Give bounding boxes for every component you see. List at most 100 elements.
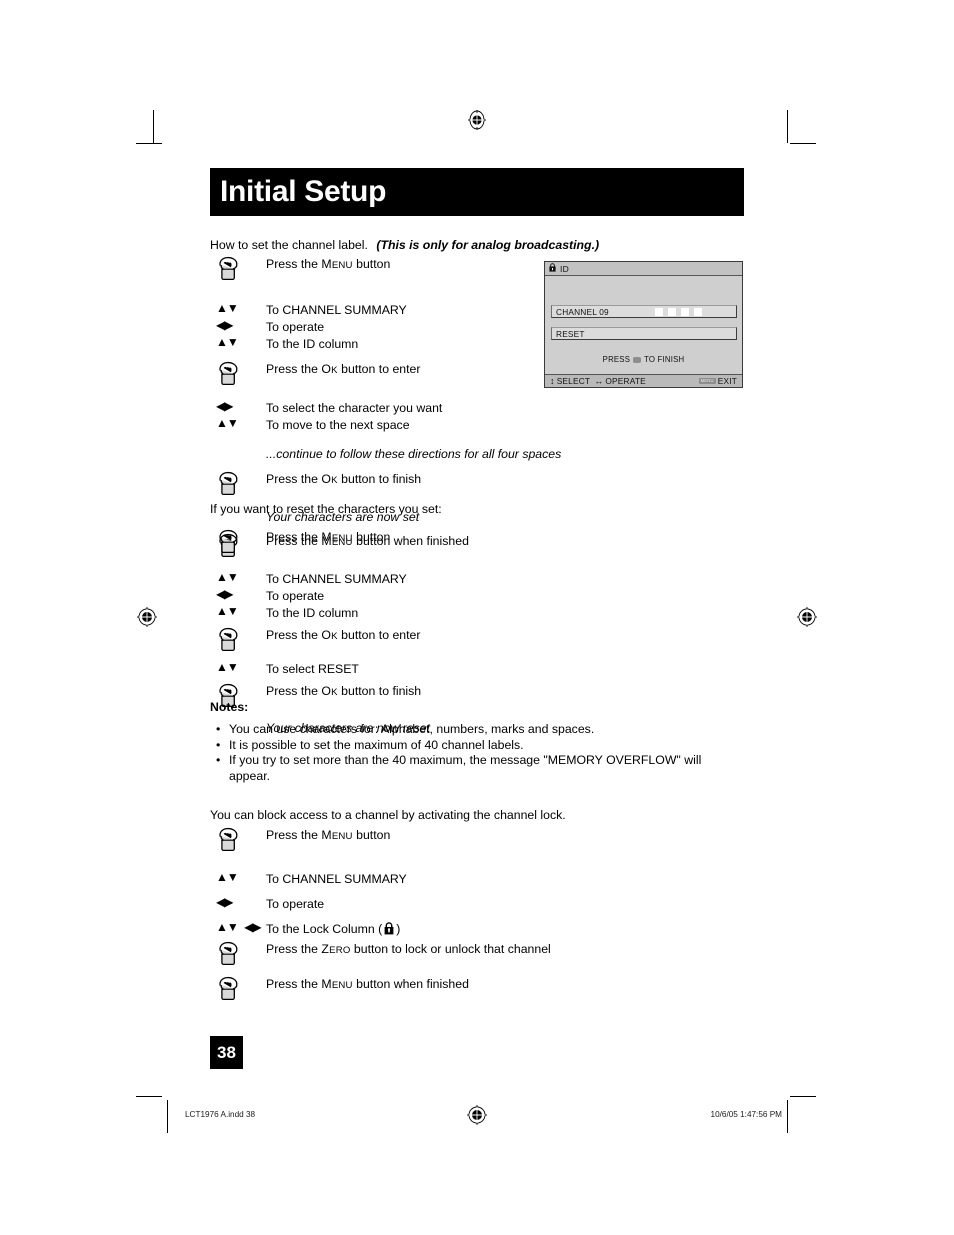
step-text: To the ID column (266, 336, 358, 353)
char-slot-3[interactable] (681, 308, 689, 316)
crop-mark-top-right-horizontal (790, 143, 816, 144)
remote-button-name: MENU (321, 257, 353, 271)
section3-intro-plain: You can block access to a channel by act… (210, 808, 566, 822)
step-text-pre: Press the (266, 941, 322, 956)
step-icon-cell: ▲▼ (210, 871, 266, 883)
step-text-pre: To move to the next space (266, 417, 410, 432)
hand-press-icon (216, 941, 241, 973)
instruction-step-row: ▲▼ To CHANNEL SUMMARY (210, 871, 744, 888)
step-text: Press the OK button to enter (266, 627, 420, 644)
step-icon-cell (210, 976, 266, 1008)
note-item: • You can use characters for: Alphabet, n… (216, 722, 736, 738)
crop-mark-top-left-vertical (153, 110, 154, 143)
osd-row-reset-label: RESET (556, 328, 585, 339)
section2-intro-plain: If you want to reset the characters you … (210, 502, 442, 516)
note-text: It is possible to set the maximum of 40 … (229, 737, 524, 752)
section1-intro: How to set the channel label. (This is o… (210, 238, 599, 253)
hand-press-icon (216, 529, 241, 561)
up-down-arrows-icon: ▲▼ (216, 301, 239, 315)
osd-footer-exit: MENU EXIT (698, 376, 737, 386)
char-slot-1[interactable] (655, 308, 663, 316)
step-icon-cell (210, 529, 266, 561)
step-text-pre: To CHANNEL SUMMARY (266, 303, 407, 317)
step-text-post: button to finish (337, 471, 422, 486)
osd-header: ID (545, 262, 742, 276)
char-slot-2[interactable] (668, 308, 676, 316)
instruction-step-row: Press the OK button to finish (210, 683, 744, 715)
instruction-step-row: ◀▶ To operate (210, 896, 744, 913)
crop-mark-bottom-left-vertical (167, 1100, 168, 1133)
hand-press-icon (216, 361, 241, 393)
osd-screen-mockup: ID CHANNEL 09 RESET PRESS TO FINISH ↕ SE… (544, 261, 743, 388)
left-right-arrows-icon: ↔ (594, 376, 604, 386)
remote-button-name: OK (321, 471, 338, 486)
four-arrows-icon: ▲▼ ◀▶ (216, 921, 262, 933)
step-text: To operate (266, 896, 324, 913)
section1-intro-emphasis: (This is only for analog broadcasting.) (376, 238, 600, 252)
note-item: • It is possible to set the maximum of 40… (216, 738, 736, 754)
osd-finish-hint: PRESS TO FINISH (545, 355, 742, 364)
page-title-banner: Initial Setup (210, 168, 744, 216)
step-text: Press the ZERO button to lock or unlock … (266, 941, 551, 958)
hand-press-icon (216, 976, 241, 1008)
osd-character-slots[interactable] (655, 308, 702, 316)
step-text: To operate (266, 319, 324, 336)
osd-finish-pre: PRESS (602, 355, 631, 364)
left-right-arrows-icon: ◀▶ (216, 586, 233, 601)
hand-press-icon (216, 827, 241, 859)
step-text-pre: ...continue to follow these directions f… (266, 446, 562, 461)
step-text-pre: To CHANNEL SUMMARY (266, 872, 407, 886)
up-down-arrows-icon: ▲▼ (216, 659, 239, 674)
osd-body: CHANNEL 09 RESET PRESS TO FINISH (545, 276, 742, 373)
osd-footer-exit-label: EXIT (717, 376, 737, 386)
notes-heading: Notes: (210, 700, 249, 714)
step-text-post: button (352, 257, 391, 271)
step-icon-cell (210, 361, 266, 393)
step-text: Press the MENU button (266, 256, 390, 273)
page-content: Initial Setup How to set the channel lab… (210, 0, 744, 1235)
osd-row-channel[interactable]: CHANNEL 09 (551, 305, 737, 318)
step-text: To operate (266, 588, 324, 605)
char-slot-4[interactable] (694, 308, 702, 316)
step-text-pre: Press the (266, 361, 322, 376)
step-text: Press the OK button to enter (266, 361, 420, 378)
step-icon-cell: ◀▶ (210, 400, 266, 412)
note-item: • If you try to set more than the 40 maxi… (216, 753, 736, 784)
step-text: Press the MENU button (266, 827, 390, 844)
step-text: Press the OK button to finish (266, 683, 421, 700)
section1-intro-plain: How to set the channel label. (210, 238, 368, 252)
step-text-pre: To operate (266, 896, 325, 911)
hand-press-icon (216, 627, 241, 659)
step-text-pre: To the Lock Column ( (266, 921, 383, 936)
bullet-icon: • (216, 753, 221, 768)
step-text: ...continue to follow these directions f… (266, 446, 561, 463)
osd-header-title: ID (560, 263, 570, 274)
step-text: Press the MENU button (266, 529, 390, 546)
remote-button-name: OK (321, 361, 338, 376)
step-text: Press the MENU button when finished (266, 976, 469, 993)
step-icon-cell (210, 471, 266, 503)
page-number-badge: 38 (210, 1036, 243, 1069)
footer-timestamp: 10/6/05 1:47:56 PM (710, 1110, 782, 1119)
ok-button-chip-icon (633, 356, 642, 363)
remote-button-name: MENU (321, 976, 353, 991)
osd-footer-select-label: SELECT (556, 376, 591, 386)
up-down-arrows-icon: ▲▼ (216, 570, 239, 584)
step-text-pre: Press the (266, 976, 322, 991)
osd-row-reset[interactable]: RESET (551, 327, 737, 340)
menu-button-chip-icon: MENU (698, 378, 716, 384)
osd-footer: ↕ SELECT ↔ OPERATE MENU EXIT (545, 374, 742, 387)
step-text-pre: Press the (266, 627, 322, 642)
step-icon-cell: ◀▶ (210, 319, 266, 331)
step-icon-cell: ▲▼ ◀▶ (210, 921, 266, 933)
step-text-pre: To operate (266, 319, 325, 334)
step-text-pre: To the ID column (266, 605, 359, 620)
notes-list: • You can use characters for: Alphabet, n… (216, 722, 736, 784)
step-text-post: button (352, 530, 391, 544)
page-number: 38 (217, 1042, 236, 1062)
step-text: To select the character you want (266, 400, 442, 417)
crop-mark-top-right-vertical (787, 110, 788, 143)
step-text-pre: To operate (266, 588, 325, 603)
osd-footer-select: ↕ SELECT (550, 376, 590, 386)
up-down-arrows-icon: ▲▼ (216, 415, 239, 430)
